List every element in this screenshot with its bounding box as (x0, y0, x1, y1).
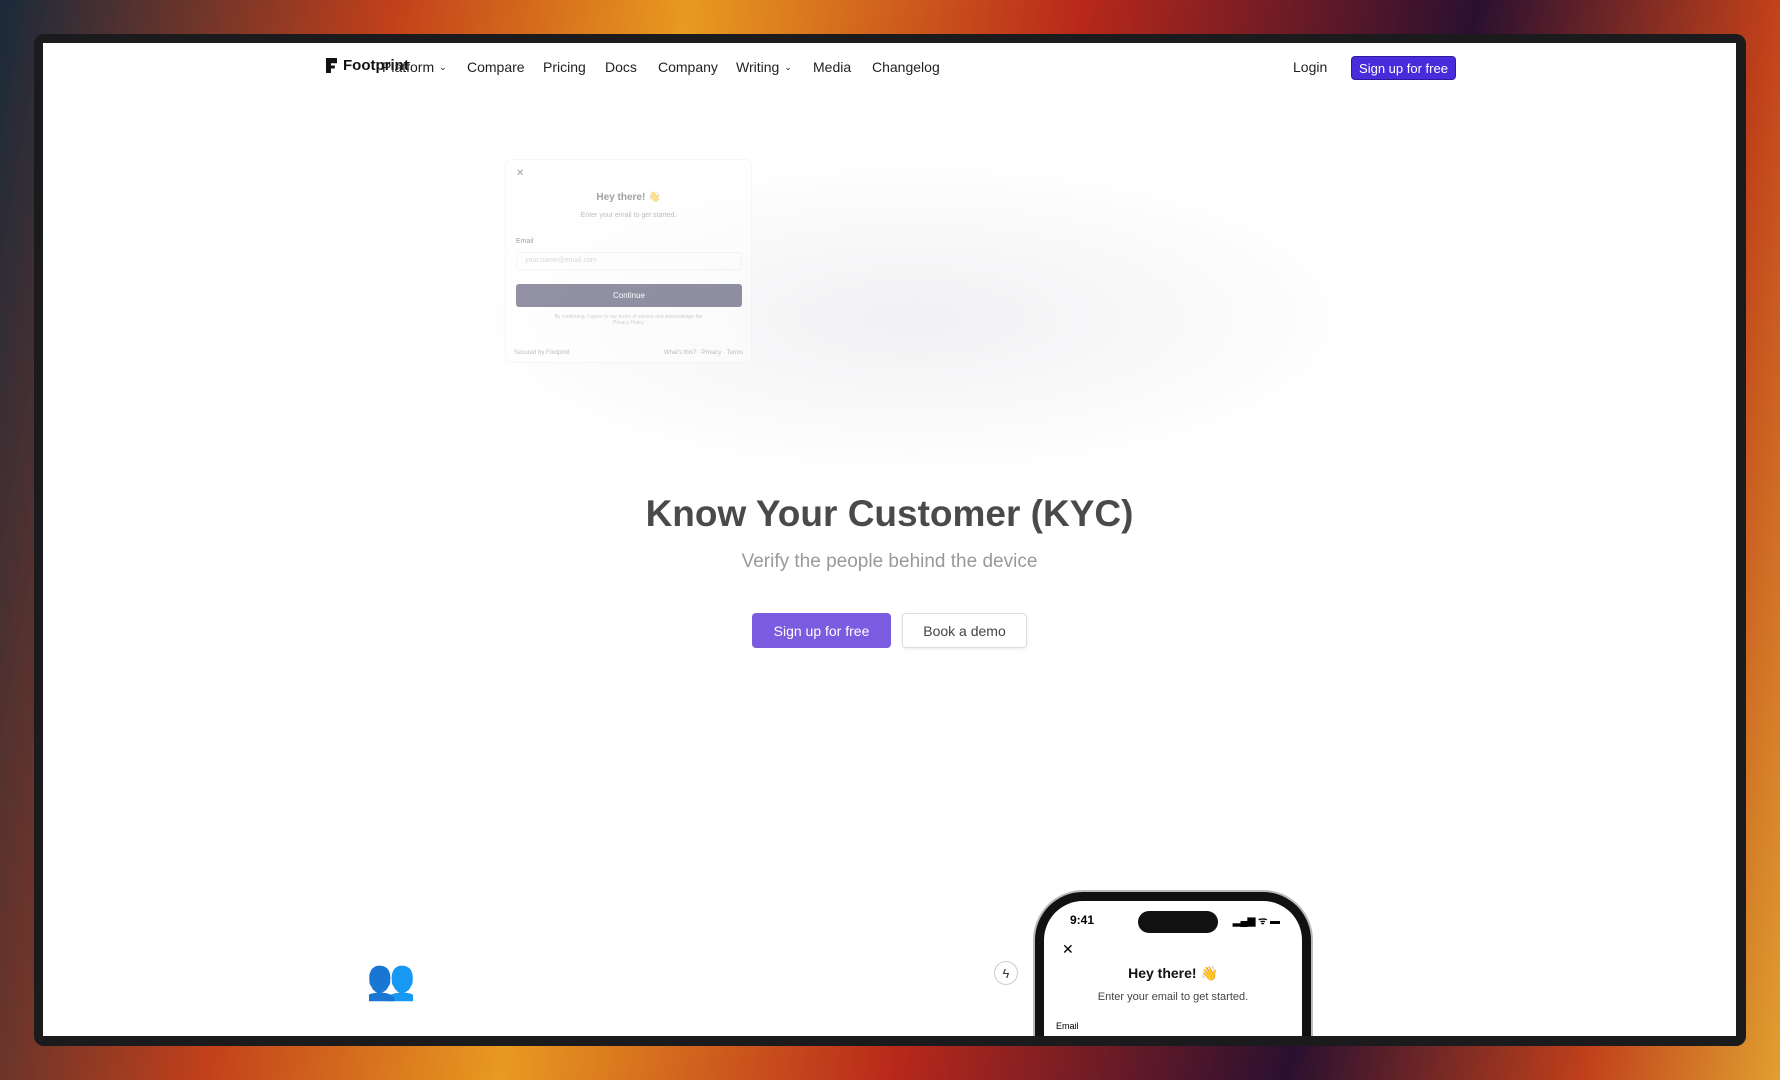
phone-status-icons: ▂▄▆ ᯤ ▬ (1232, 916, 1280, 927)
footprint-logo-icon (326, 58, 337, 73)
phone-mockup: 9:41 ▂▄▆ ᯤ ▬ ✕ Hey there! 👋 Enter your e… (1035, 892, 1311, 1036)
nav-label: Platform (382, 59, 435, 75)
secured-by: Secured by Footprint (514, 350, 570, 356)
close-icon: ✕ (516, 168, 525, 179)
dynamic-island (1138, 911, 1218, 933)
phone-subtitle: Enter your email to get started. (1097, 991, 1249, 1003)
nav-company[interactable]: Company (658, 59, 718, 75)
nav-changelog[interactable]: Changelog (872, 59, 940, 75)
nav-platform[interactable]: Platform ⌄ (382, 59, 447, 75)
top-nav: Footprint Platform ⌄ Compare Pricing Docs… (43, 43, 1736, 93)
email-label: Email (516, 238, 534, 245)
chevron-down-icon: ⌄ (439, 61, 447, 72)
hero-subtitle: Verify the people behind the device (741, 551, 1038, 572)
signup-button[interactable]: Sign up for free (752, 613, 891, 648)
card-subtitle: Enter your email to get started. (580, 212, 677, 219)
nav-pricing[interactable]: Pricing (543, 59, 586, 75)
nav-media[interactable]: Media (813, 59, 851, 75)
close-icon: ✕ (1062, 941, 1074, 957)
lightning-icon: ϟ (994, 961, 1018, 985)
book-demo-button[interactable]: Book a demo (902, 613, 1027, 648)
nav-label: Media (813, 59, 852, 75)
signup-button-nav[interactable]: Sign up for free (1351, 56, 1456, 80)
nav-label: Changelog (872, 59, 940, 75)
people-icon: 👥 (366, 958, 416, 1002)
email-field: your.name@email.com (516, 252, 742, 270)
card-title: Hey there! 👋 (596, 192, 661, 203)
hero-title: Know Your Customer (KYC) (645, 493, 1134, 534)
continue-button: Continue (516, 284, 742, 307)
legal-text: By continuing, I agree to our terms of s… (554, 314, 703, 326)
browser-screen: Footprint Platform ⌄ Compare Pricing Docs… (43, 43, 1736, 1036)
nav-label: Compare (467, 59, 525, 75)
nav-docs[interactable]: Docs (605, 59, 637, 75)
login-link[interactable]: Login (1293, 59, 1327, 75)
chevron-down-icon: ⌄ (784, 61, 792, 72)
nav-label: Company (658, 59, 718, 75)
signup-modal-preview: ✕ Hey there! 👋 Enter your email to get s… (505, 159, 752, 363)
phone-title: Hey there! 👋 (1128, 965, 1218, 981)
nav-label: Pricing (543, 59, 586, 75)
phone-email-label: Email (1056, 1021, 1079, 1031)
phone-time: 9:41 (1070, 913, 1095, 927)
nav-compare[interactable]: Compare (467, 59, 525, 75)
nav-writing[interactable]: Writing ⌄ (736, 59, 792, 75)
nav-label: Writing (736, 59, 780, 75)
nav-label: Docs (605, 59, 637, 75)
footer-links: What's this? · Privacy · Terms (663, 350, 743, 356)
